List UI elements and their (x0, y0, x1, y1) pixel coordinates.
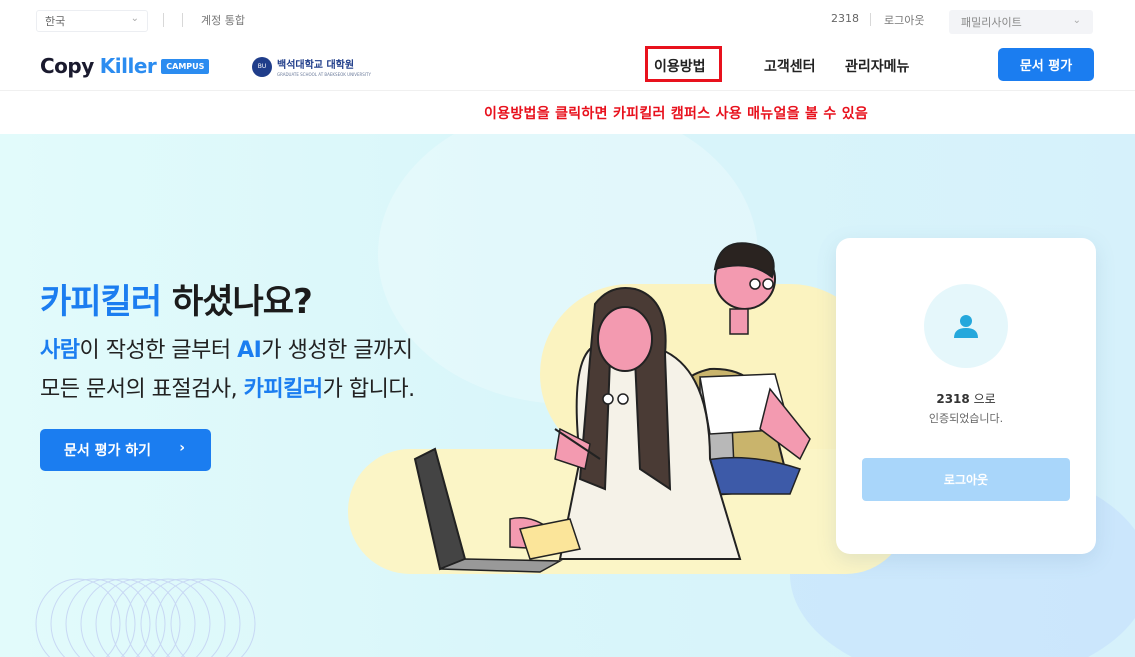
hero-text: 모든 문서의 표절검사, (40, 377, 244, 402)
card-auth-message: 인증되었습니다. (928, 412, 1004, 425)
user-id-label: 2318 (831, 12, 859, 25)
campus-badge: CAMPUS (161, 58, 210, 74)
chevron-right-icon: › (179, 440, 185, 456)
university-emblem-icon: BU (252, 56, 272, 77)
copykiller-logo[interactable]: Copy Killer CAMPUS (40, 54, 210, 78)
card-user-id: 2318 으로 (836, 390, 1096, 407)
hero-text-accent: AI (237, 338, 262, 363)
language-select[interactable]: 한국 ⌄ (36, 10, 148, 32)
hero-title-rest: 하셨나요? (161, 282, 313, 322)
utility-bar: 한국 ⌄ 계정 통합 2318 로그아웃 패밀리사이트 ⌄ (0, 0, 1135, 40)
hero-text: 가 생성한 글까지 (261, 338, 413, 363)
hero-text-accent: 카피킬러 (243, 377, 323, 402)
divider (870, 13, 871, 26)
divider (182, 13, 183, 27)
language-select-value: 한국 (45, 15, 66, 28)
nav-admin-menu[interactable]: 관리자메뉴 (845, 56, 909, 76)
hero-evaluate-button[interactable]: 문서 평가 하기 › (40, 429, 211, 471)
user-avatar (924, 284, 1008, 368)
document-evaluation-button[interactable]: 문서 평가 (998, 48, 1094, 81)
university-name: 백석대학교 대학원 (277, 60, 355, 71)
nav-customer-center[interactable]: 고객센터 (764, 56, 816, 76)
hero-subtitle-line1: 사람이 작성한 글부터 AI가 생성한 글까지 (40, 332, 413, 364)
card-user-id-suffix: 으로 (969, 392, 996, 406)
university-logo: BU 백석대학교 대학원 GRADUATE SCHOOL AT BAEKSEOK… (252, 56, 371, 77)
annotation-highlight-box (645, 46, 722, 82)
family-site-select[interactable]: 패밀리사이트 ⌄ (949, 10, 1093, 34)
card-user-id-value: 2318 (936, 392, 970, 406)
hero-text: 가 합니다. (322, 377, 415, 402)
logout-link[interactable]: 로그아웃 (884, 12, 924, 28)
divider (163, 13, 164, 27)
decorative-rings (35, 578, 256, 657)
logo-killer-text: Killer (99, 54, 157, 78)
header-divider (0, 90, 1135, 91)
hero-banner: 카피킬러 하셨나요? 사람이 작성한 글부터 AI가 생성한 글까지 모든 문서… (0, 134, 1135, 657)
hero-title-accent: 카피킬러 (40, 282, 162, 322)
logo-copy-text: Copy (40, 54, 94, 78)
annotation-text: 이용방법을 클릭하면 카피킬러 캠퍼스 사용 매뉴얼을 볼 수 있음 (484, 106, 869, 122)
hero-evaluate-button-label: 문서 평가 하기 (64, 443, 152, 459)
user-icon (954, 315, 978, 338)
hero-text-accent: 사람 (40, 338, 80, 363)
user-info-card: 2318 으로 인증되었습니다. 로그아웃 (836, 238, 1096, 554)
hero-illustration (413, 242, 811, 573)
card-logout-button[interactable]: 로그아웃 (862, 458, 1070, 501)
university-subtitle: GRADUATE SCHOOL AT BAEKSEOK UNIVERSITY (277, 72, 371, 77)
hero-title: 카피킬러 하셨나요? (40, 274, 313, 323)
family-site-label: 패밀리사이트 (961, 16, 1022, 29)
hero-subtitle-line2: 모든 문서의 표절검사, 카피킬러가 합니다. (40, 371, 415, 403)
chevron-down-icon: ⌄ (1072, 15, 1081, 26)
hero-text: 이 작성한 글부터 (79, 338, 238, 363)
chevron-down-icon: ⌄ (130, 13, 139, 24)
account-merge-link[interactable]: 계정 통합 (201, 12, 245, 28)
woman-figure (509, 287, 742, 560)
